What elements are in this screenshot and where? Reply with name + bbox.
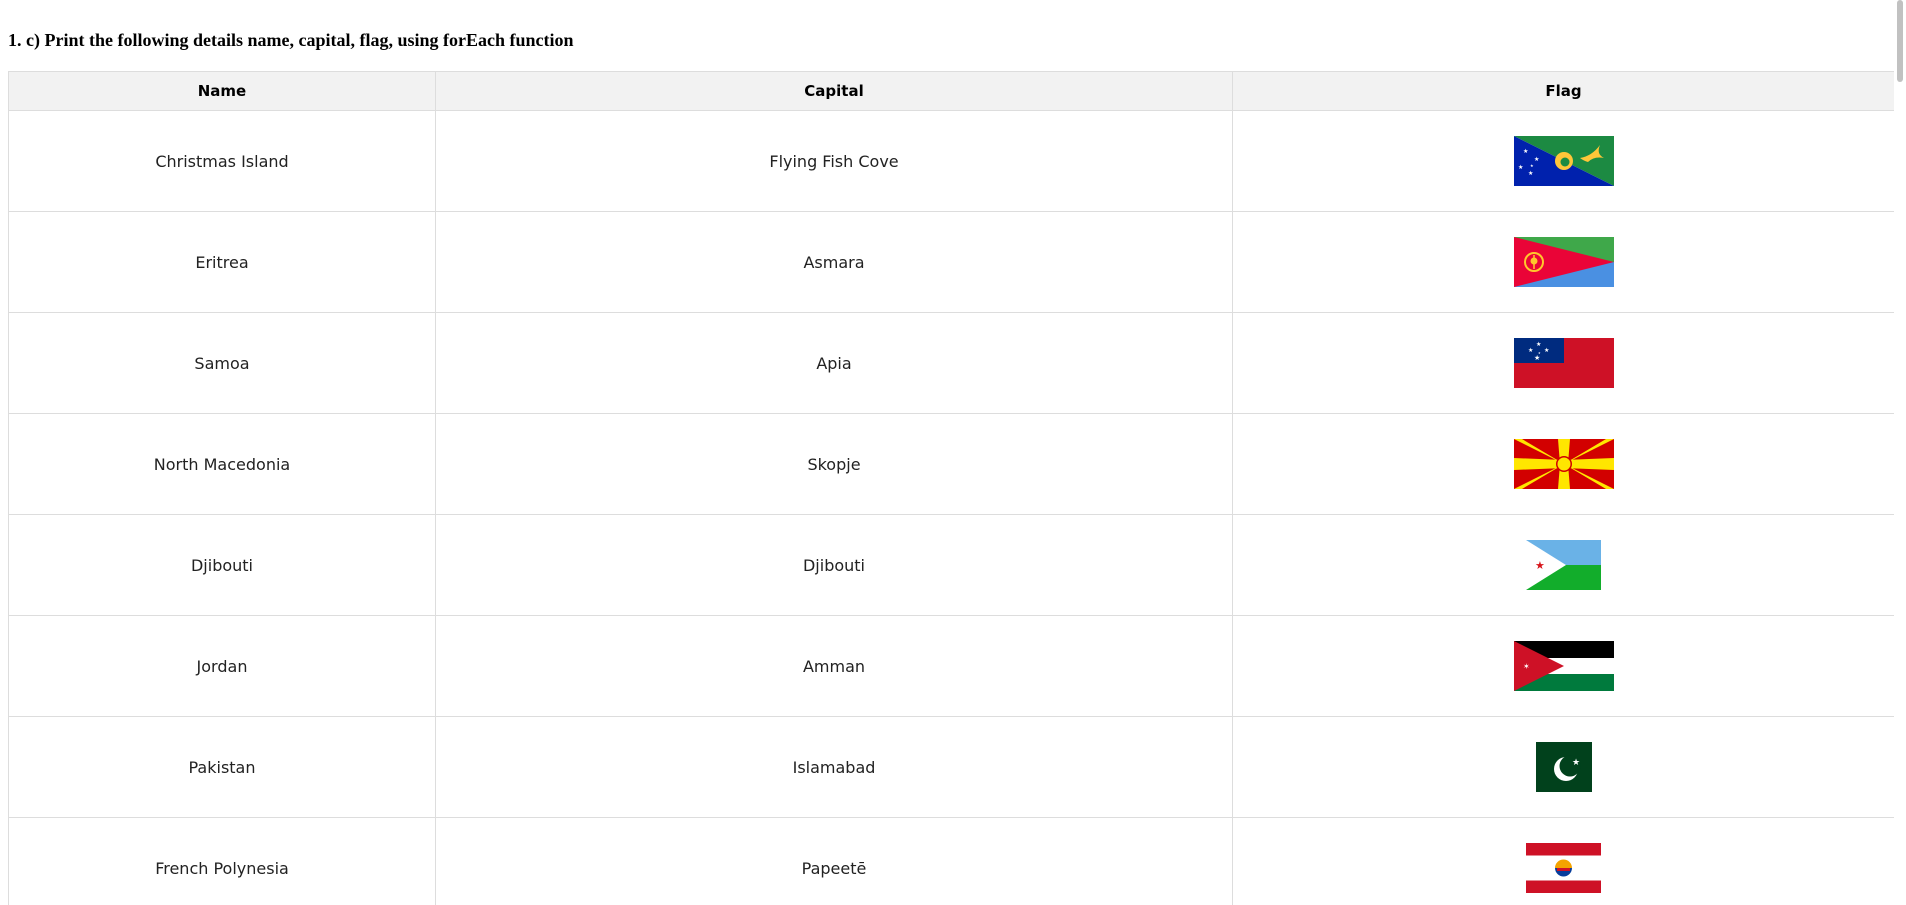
svg-text:★: ★ xyxy=(1523,148,1528,155)
flag-cell: ★ ★ ★ ★ ★ xyxy=(1232,312,1895,414)
svg-text:★: ★ xyxy=(1544,347,1549,354)
pakistan-flag-icon: ★ xyxy=(1535,742,1592,792)
eritrea-flag-icon xyxy=(1513,237,1614,287)
country-name-cell: French Polynesia xyxy=(8,817,436,905)
table-row: Samoa Apia ★ ★ ★ ★ ★ xyxy=(8,312,1895,414)
name-column-header: Name xyxy=(8,71,436,111)
table-row: Djibouti Djibouti ★ xyxy=(8,514,1895,616)
flag-cell xyxy=(1232,413,1895,515)
capital-cell: Islamabad xyxy=(435,716,1233,818)
capital-column-header: Capital xyxy=(435,71,1233,111)
table-row: Jordan Amman ✶ xyxy=(8,615,1895,717)
vertical-scrollbar[interactable] xyxy=(1894,0,1906,905)
svg-text:★: ★ xyxy=(1572,758,1580,768)
jordan-flag-icon: ✶ xyxy=(1513,641,1614,691)
svg-text:★: ★ xyxy=(1535,559,1545,572)
countries-table-container: Name Capital Flag Christmas Island Flyin… xyxy=(8,71,1895,905)
svg-text:★: ★ xyxy=(1528,170,1533,177)
svg-text:★: ★ xyxy=(1536,341,1541,348)
table-row: Christmas Island Flying Fish Cove ★ ★ ★ xyxy=(8,110,1895,212)
capital-cell: Djibouti xyxy=(435,514,1233,616)
djibouti-flag-icon: ★ xyxy=(1526,540,1601,590)
scrollbar-thumb[interactable] xyxy=(1897,0,1903,82)
capital-cell: Flying Fish Cove xyxy=(435,110,1233,212)
flag-cell xyxy=(1232,211,1895,313)
flag-cell: ★ ★ ★ ★ ★ xyxy=(1232,110,1895,212)
flag-column-header: Flag xyxy=(1232,71,1895,111)
capital-cell: Apia xyxy=(435,312,1233,414)
north-macedonia-flag-icon xyxy=(1513,439,1614,489)
svg-text:★: ★ xyxy=(1534,354,1540,362)
samoa-flag-icon: ★ ★ ★ ★ ★ xyxy=(1513,338,1614,388)
capital-cell: Amman xyxy=(435,615,1233,717)
svg-text:★: ★ xyxy=(1518,164,1523,171)
country-name-cell: Jordan xyxy=(8,615,436,717)
countries-table: Name Capital Flag Christmas Island Flyin… xyxy=(8,71,1895,905)
country-name-cell: Samoa xyxy=(8,312,436,414)
french-polynesia-flag-icon xyxy=(1526,843,1601,893)
flag-cell xyxy=(1232,817,1895,905)
table-row: French Polynesia Papeetē xyxy=(8,817,1895,905)
flag-cell: ★ xyxy=(1232,716,1895,818)
flag-cell: ✶ xyxy=(1232,615,1895,717)
country-name-cell: North Macedonia xyxy=(8,413,436,515)
page-heading: 1. c) Print the following details name, … xyxy=(8,30,574,50)
capital-cell: Skopje xyxy=(435,413,1233,515)
country-name-cell: Djibouti xyxy=(8,514,436,616)
country-name-cell: Christmas Island xyxy=(8,110,436,212)
table-row: North Macedonia Skopje xyxy=(8,413,1895,515)
christmas-island-flag-icon: ★ ★ ★ ★ ★ xyxy=(1513,136,1614,186)
svg-text:★: ★ xyxy=(1534,156,1539,163)
svg-text:★: ★ xyxy=(1530,163,1534,168)
capital-cell: Papeetē xyxy=(435,817,1233,905)
svg-text:★: ★ xyxy=(1528,347,1533,354)
flag-cell: ★ xyxy=(1232,514,1895,616)
country-name-cell: Eritrea xyxy=(8,211,436,313)
capital-cell: Asmara xyxy=(435,211,1233,313)
country-name-cell: Pakistan xyxy=(8,716,436,818)
svg-text:✶: ✶ xyxy=(1523,662,1530,671)
table-row: Pakistan Islamabad ★ xyxy=(8,716,1895,818)
table-header-row: Name Capital Flag xyxy=(8,71,1895,111)
table-row: Eritrea Asmara xyxy=(8,211,1895,313)
